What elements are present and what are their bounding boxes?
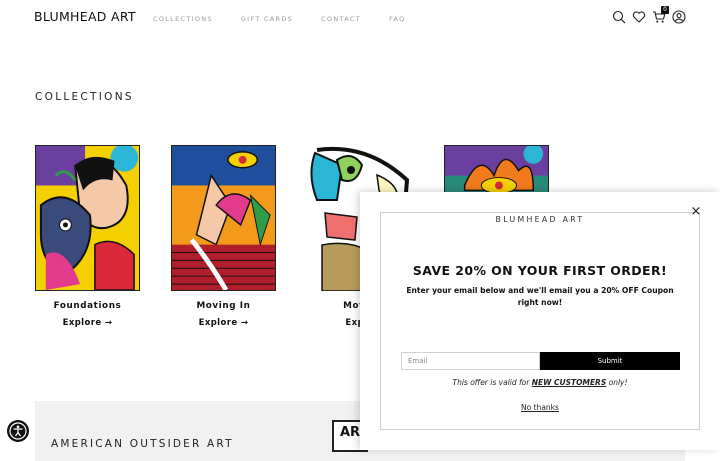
email-signup-form: Submit [401, 352, 680, 370]
collection-image-moving-in[interactable] [171, 145, 276, 291]
header-icons: 0 [612, 6, 686, 24]
popup-frame: BLUMHEAD ART × SAVE 20% ON YOUR FIRST OR… [380, 205, 701, 430]
accessibility-icon [9, 422, 27, 440]
collections-heading: COLLECTIONS [35, 91, 134, 103]
account-icon[interactable] [672, 10, 686, 24]
main-nav: COLLECTIONS GIFT CARDS CONTACT FAQ [153, 15, 434, 23]
banner-title: AMERICAN OUTSIDER ART [51, 438, 234, 450]
no-thanks-link[interactable]: No thanks [381, 403, 699, 412]
search-icon[interactable] [612, 10, 626, 24]
submit-button[interactable]: Submit [540, 352, 680, 370]
cart-icon[interactable]: 0 [652, 6, 669, 24]
explore-link[interactable]: Explore → [171, 318, 276, 328]
collection-card-moving-in[interactable]: Moving In Explore → [171, 145, 276, 328]
cart-count-badge: 0 [661, 6, 669, 14]
collection-card-foundations[interactable]: Foundations Explore → [35, 145, 140, 328]
popup-headline: SAVE 20% ON YOUR FIRST ORDER! [412, 263, 668, 278]
accessibility-button[interactable] [7, 420, 29, 442]
close-icon[interactable]: × [689, 205, 703, 219]
nav-contact[interactable]: CONTACT [321, 15, 361, 23]
discount-popup: BLUMHEAD ART × SAVE 20% ON YOUR FIRST OR… [360, 192, 720, 450]
explore-link[interactable]: Explore → [35, 318, 140, 328]
offer-suffix: only! [606, 378, 628, 387]
collection-name: Moving In [196, 301, 251, 311]
popup-subtext: Enter your email below and we'll email y… [406, 286, 674, 307]
nav-collections[interactable]: COLLECTIONS [153, 15, 213, 23]
site-logo[interactable]: BLUMHEAD ART [34, 9, 136, 24]
email-field[interactable] [401, 352, 540, 370]
offer-note: This offer is valid for NEW CUSTOMERS on… [381, 378, 699, 387]
offer-emphasis: NEW CUSTOMERS [531, 378, 607, 387]
heart-icon[interactable] [632, 10, 646, 24]
collection-image-foundations[interactable] [35, 145, 140, 291]
popup-brand: BLUMHEAD ART [381, 207, 699, 226]
collection-name: Foundations [53, 301, 122, 311]
nav-gift-cards[interactable]: GIFT CARDS [241, 15, 293, 23]
offer-prefix: This offer is valid for [452, 378, 532, 387]
popup-brand-text: BLUMHEAD ART [489, 215, 591, 224]
nav-faq[interactable]: FAQ [389, 15, 406, 23]
